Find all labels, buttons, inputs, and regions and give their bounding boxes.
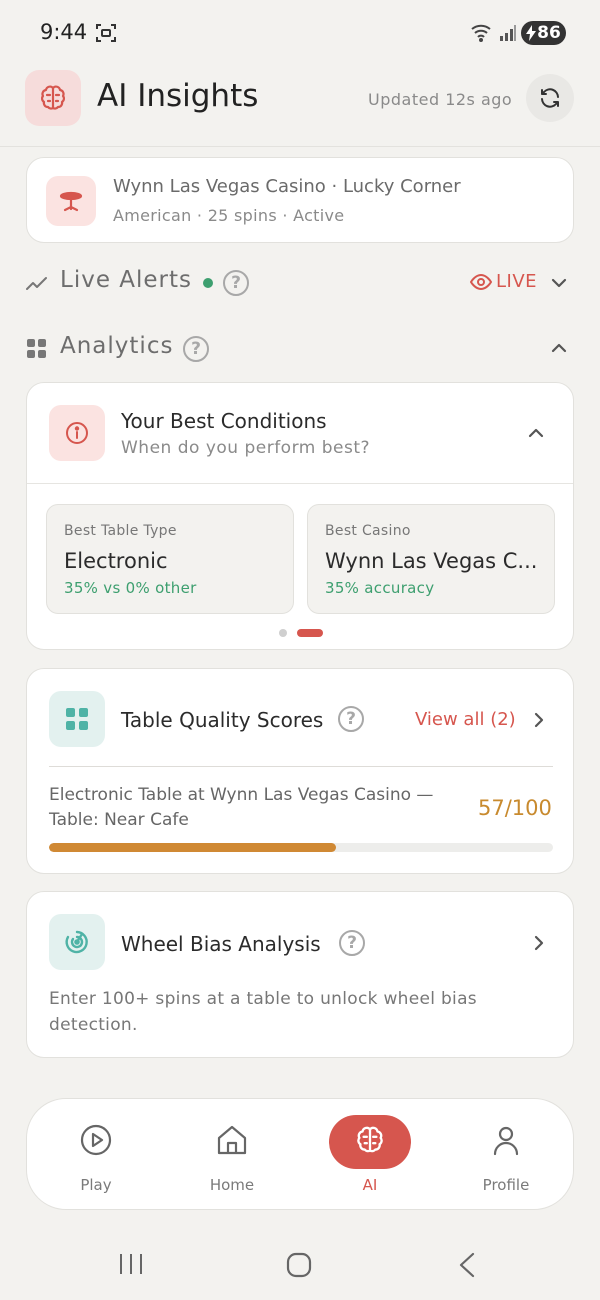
conditions-title: Your Best Conditions xyxy=(121,409,327,433)
carousel-dot-active[interactable] xyxy=(297,629,323,637)
table-quality-card[interactable]: Table Quality Scores ? View all (2) Elec… xyxy=(26,668,574,874)
live-alerts-header[interactable]: Live Alerts ? LIVE xyxy=(0,263,600,303)
card-divider xyxy=(49,766,553,767)
brain-icon xyxy=(40,85,66,110)
session-meta: American · 25 spins · Active xyxy=(113,206,345,225)
nav-item-ai[interactable]: AI xyxy=(315,1099,425,1211)
live-alerts-label: Live Alerts xyxy=(60,267,193,293)
last-updated-text: Updated 12s ago xyxy=(368,90,513,109)
grid-icon xyxy=(66,708,88,730)
nav-item-play[interactable]: Play xyxy=(41,1099,151,1211)
analytics-label: Analytics xyxy=(60,333,174,359)
refresh-button[interactable] xyxy=(526,74,574,122)
stat-label: Best Casino xyxy=(325,523,411,539)
conditions-subtitle: When do you perform best? xyxy=(121,438,371,458)
chevron-right-icon[interactable] xyxy=(533,712,545,728)
session-icon-tile xyxy=(46,176,96,226)
best-conditions-card: Your Best Conditions When do you perform… xyxy=(26,382,574,650)
nav-label: Home xyxy=(209,1176,255,1194)
charging-icon xyxy=(526,25,537,41)
view-all-link[interactable]: View all (2) xyxy=(415,709,516,730)
recent-apps-icon[interactable] xyxy=(118,1252,144,1276)
bias-title: Wheel Bias Analysis xyxy=(121,932,321,956)
wifi-icon xyxy=(470,22,494,46)
stat-card-table-type[interactable]: Best Table Type Electronic 35% vs 0% oth… xyxy=(46,504,294,614)
help-icon[interactable]: ? xyxy=(223,270,249,296)
wheel-bias-card[interactable]: Wheel Bias Analysis ? Enter 100+ spins a… xyxy=(26,891,574,1058)
app-header: AI Insights Updated 12s ago xyxy=(0,64,600,144)
help-icon[interactable]: ? xyxy=(183,336,209,362)
card-divider xyxy=(27,483,573,484)
table-icon xyxy=(59,191,83,212)
quality-score: 57/100 xyxy=(478,796,552,820)
home-button-icon[interactable] xyxy=(286,1252,312,1278)
grid-icon xyxy=(27,339,46,358)
header-divider xyxy=(0,146,600,147)
screenshot-icon xyxy=(95,22,117,48)
status-time: 9:44 xyxy=(40,20,88,44)
stat-detail: 35% vs 0% other xyxy=(64,579,197,597)
back-icon[interactable] xyxy=(458,1252,476,1278)
stat-value: Electronic xyxy=(64,549,168,573)
chevron-up-icon[interactable] xyxy=(528,427,544,439)
session-name: Wynn Las Vegas Casino · Lucky Corner xyxy=(113,176,461,197)
person-icon xyxy=(493,1126,519,1156)
play-circle-icon xyxy=(80,1124,112,1156)
quality-title: Table Quality Scores xyxy=(121,708,324,732)
carousel-dot[interactable] xyxy=(279,629,287,637)
help-icon[interactable]: ? xyxy=(339,930,365,956)
quality-progress-fill xyxy=(49,843,337,852)
live-status-dot xyxy=(203,278,213,288)
app-logo xyxy=(25,70,81,126)
bottom-navigation: Play Home AI Profile xyxy=(26,1098,574,1210)
analytics-header[interactable]: Analytics ? xyxy=(0,329,600,369)
chevron-down-icon[interactable] xyxy=(551,277,567,289)
brain-icon xyxy=(357,1126,383,1153)
nav-label: AI xyxy=(362,1176,378,1194)
system-navigation-bar xyxy=(0,1228,600,1300)
page-title: AI Insights xyxy=(97,78,259,114)
nav-item-profile[interactable]: Profile xyxy=(451,1099,561,1211)
info-icon xyxy=(66,422,88,444)
bias-icon-tile xyxy=(49,914,105,970)
nav-item-home[interactable]: Home xyxy=(177,1099,287,1211)
table-description: Electronic Table at Wynn Las Vegas Casin… xyxy=(49,785,434,830)
quality-progress-bar xyxy=(49,843,553,852)
quality-icon-tile xyxy=(49,691,105,747)
eye-icon xyxy=(470,274,492,290)
trend-icon xyxy=(26,277,47,290)
battery-level: 86 xyxy=(537,23,561,43)
home-icon xyxy=(217,1125,247,1155)
stat-detail: 35% accuracy xyxy=(325,579,435,597)
refresh-icon xyxy=(541,88,559,108)
stat-label: Best Table Type xyxy=(64,523,177,539)
nav-label: Play xyxy=(80,1176,112,1194)
chevron-up-icon[interactable] xyxy=(551,342,567,354)
active-session-card[interactable]: Wynn Las Vegas Casino · Lucky Corner Ame… xyxy=(26,157,574,243)
target-icon xyxy=(65,930,88,954)
live-indicator: LIVE xyxy=(496,271,538,292)
conditions-icon-tile xyxy=(49,405,105,461)
bias-description: Enter 100+ spins at a table to unlock wh… xyxy=(49,989,477,1035)
stat-card-casino[interactable]: Best Casino Wynn Las Vegas C... 35% accu… xyxy=(307,504,555,614)
battery-indicator: 86 xyxy=(521,21,566,45)
stat-value: Wynn Las Vegas C... xyxy=(325,549,538,573)
status-bar: 9:44 86 xyxy=(0,0,600,64)
help-icon[interactable]: ? xyxy=(338,706,364,732)
signal-icon xyxy=(499,24,517,46)
nav-label: Profile xyxy=(482,1176,530,1194)
chevron-right-icon[interactable] xyxy=(533,935,545,951)
